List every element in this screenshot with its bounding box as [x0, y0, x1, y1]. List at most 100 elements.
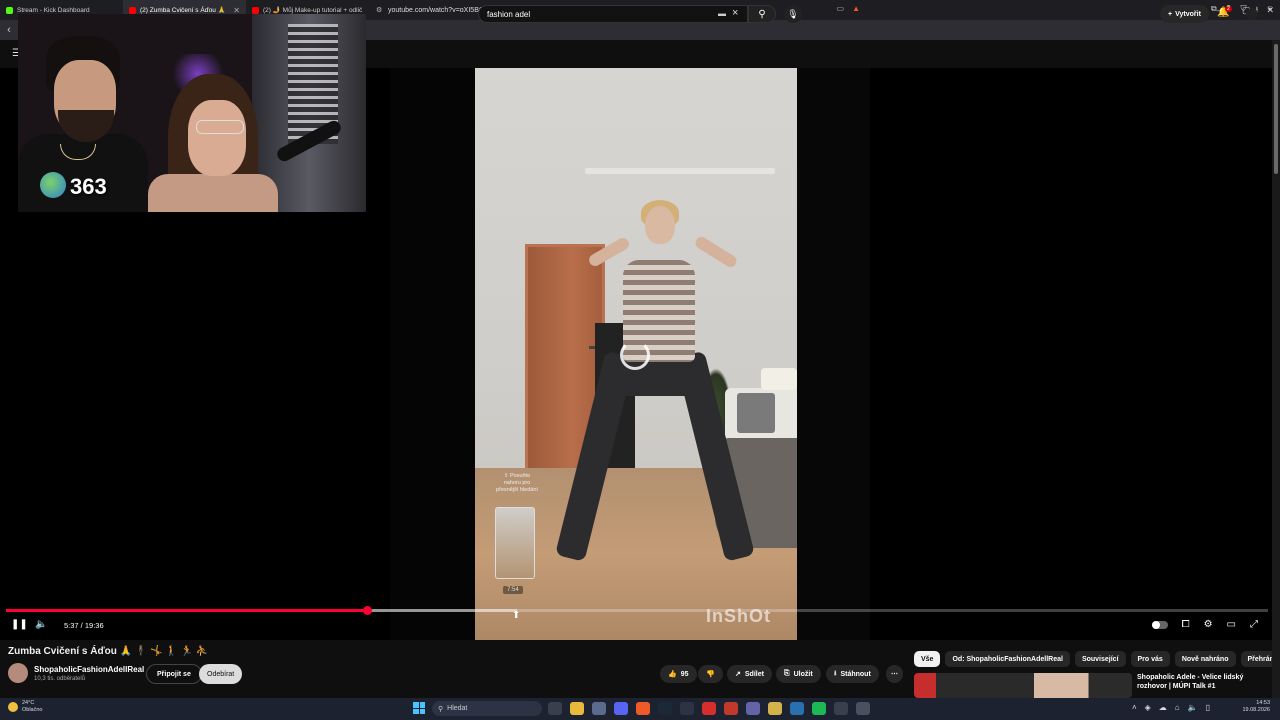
download-arrow-icon: ⭳ — [834, 669, 837, 677]
start-button[interactable] — [413, 702, 425, 714]
scrollbar-thumb[interactable] — [1274, 44, 1278, 174]
cast-icon[interactable]: ▭ — [837, 4, 845, 13]
save-button[interactable]: ⎘ Uložit — [776, 665, 821, 683]
seek-precision-tip: ⇧ Posuňte nahoru pro přesnější hledání — [496, 473, 538, 493]
seek-preview-thumbnail — [495, 507, 535, 579]
menu-icon[interactable]: ≡ — [1267, 4, 1272, 18]
download-button[interactable]: ⭳ Stáhnout — [826, 665, 879, 683]
mouse-cursor-icon: ⬆ — [512, 610, 521, 621]
player-letterbox-left — [390, 68, 475, 640]
store-icon[interactable] — [592, 702, 606, 715]
tray-cloud-icon[interactable]: ☁ — [1159, 703, 1167, 712]
create-button[interactable]: + Vytvořit — [1160, 5, 1209, 23]
thumbs-up-icon: 👍 — [668, 671, 677, 678]
player-right-controls: ⧠ ⚙ ▭ ⤢ — [1151, 619, 1258, 630]
clock-date: 19.08.2026 — [1242, 707, 1270, 713]
pause-button[interactable]: ❚❚ — [11, 619, 28, 630]
recorder-icon[interactable] — [702, 702, 716, 715]
progress-bar[interactable] — [6, 606, 1268, 615]
filter-chip[interactable]: Pro vás — [1130, 651, 1170, 667]
steam2-icon[interactable] — [790, 702, 804, 715]
channel-avatar[interactable] — [8, 663, 28, 683]
sofa-pillow — [737, 393, 775, 433]
thumbs-down-icon: 👎 — [706, 671, 715, 678]
brave-icon[interactable] — [636, 702, 650, 715]
weather-widget[interactable]: 24°C Oblačno — [8, 700, 43, 714]
progress-played — [6, 609, 367, 612]
progress-scrubber[interactable] — [362, 606, 372, 615]
weather-temp: 24°C — [22, 700, 35, 706]
taskbar-search[interactable]: ⚲ Hledat — [432, 701, 542, 716]
discord-icon[interactable] — [614, 702, 628, 715]
speaker-icon[interactable]: 🔈 — [1188, 703, 1198, 712]
filter-chip[interactable]: Související — [1074, 651, 1126, 667]
taskbar-clock[interactable]: 14:53 19.08.2026 — [1242, 700, 1270, 714]
file-explorer-icon[interactable] — [570, 702, 584, 715]
app-red-icon[interactable] — [724, 702, 738, 715]
subtitles-icon[interactable]: ⧠ — [1182, 619, 1190, 630]
theater-mode-icon[interactable]: ▭ — [1227, 619, 1236, 630]
join-button[interactable]: Připojit se — [146, 664, 202, 684]
fullscreen-icon[interactable]: ⤢ — [1250, 619, 1258, 630]
teams-icon[interactable] — [746, 702, 760, 715]
account-avatar[interactable] — [1246, 8, 1258, 20]
plus-icon: + — [1168, 10, 1173, 18]
battery-icon[interactable]: ▯ — [1206, 703, 1210, 712]
autoplay-toggle[interactable] — [1151, 620, 1168, 629]
like-button[interactable]: 👍 95 — [660, 665, 697, 683]
subscribe-button[interactable]: Odebírat — [199, 664, 243, 684]
voice-search-button[interactable]: 🎙 — [784, 5, 802, 23]
seek-preview-time: 7:54 — [503, 586, 523, 594]
channel-name[interactable]: ShopaholicFashionAdellReal — [34, 665, 144, 674]
spotify-icon[interactable] — [812, 702, 826, 715]
url-tools: ▭ ▲ — [837, 4, 860, 13]
microphone-icon: 🎙 — [787, 8, 799, 19]
search-input[interactable]: fashion adel — [478, 5, 748, 23]
extensions-icon[interactable]: ⧉ — [1211, 4, 1217, 18]
steam-icon[interactable] — [658, 702, 672, 715]
save-label: Uložit — [793, 670, 813, 678]
guest-glasses — [196, 120, 244, 134]
dislike-button[interactable]: 👎 — [698, 665, 723, 683]
search-icon: ⚲ — [758, 8, 766, 20]
keyboard-icon[interactable]: ▬ — [718, 9, 726, 18]
gear-app-icon[interactable] — [856, 702, 870, 715]
cursor-app-icon[interactable] — [680, 702, 694, 715]
bookmark-save-icon: ⎘ — [784, 670, 790, 677]
back-icon[interactable]: ‹ — [0, 24, 18, 36]
tray-app-icon[interactable]: ◈ — [1145, 703, 1151, 712]
more-actions-button[interactable]: ⋯ — [886, 665, 903, 683]
filter-chip[interactable]: Vše — [914, 651, 941, 667]
time-display: 5:37 / 19:36 — [64, 621, 104, 630]
loading-spinner-icon — [620, 340, 650, 370]
tab-label: Stream - Kick Dashboard — [17, 6, 90, 14]
filter-chip[interactable]: Od: ShopaholicFashionAdellReal — [945, 651, 1070, 667]
weather-desc: Oblačno — [22, 707, 43, 713]
video-title: Zumba Cvičení s Áďou 🙏 🕴 🤸 🚶 🏃 ⛹ — [8, 646, 209, 657]
more-icon: ⋯ — [891, 671, 898, 678]
search-query: fashion adel — [487, 9, 531, 19]
search-button[interactable]: ⚲ — [748, 5, 776, 23]
recommended-thumbnail[interactable] — [914, 673, 1132, 698]
brave-shield-icon[interactable]: ▲ — [852, 4, 860, 13]
recommended-title[interactable]: Shopaholic Adele - Velice lidský rozhovo… — [1137, 673, 1267, 691]
player-letterbox-right — [797, 68, 870, 640]
tray-chevron-icon[interactable]: ˄ — [1132, 703, 1137, 712]
lamp — [761, 368, 797, 390]
volume-icon[interactable]: 🔈 — [35, 619, 47, 630]
dancer-head — [645, 206, 675, 244]
task-view-icon[interactable] — [548, 702, 562, 715]
site-info-icon[interactable]: ⚙ — [376, 6, 382, 14]
network-icon[interactable]: ⌂ — [1175, 703, 1180, 712]
filter-chip[interactable]: Nově nahráno — [1174, 651, 1236, 667]
settings-gear-icon[interactable]: ⚙ — [1204, 619, 1213, 630]
download-label: Stáhnout — [840, 670, 871, 678]
share-label: Sdílet — [744, 670, 764, 678]
settings-app-icon[interactable] — [834, 702, 848, 715]
globe-emoji-icon — [40, 172, 66, 198]
system-tray: ˄ ◈ ☁ ⌂ 🔈 ▯ — [1132, 703, 1210, 712]
notes-icon[interactable] — [768, 702, 782, 715]
share-button[interactable]: ↗ Sdílet — [727, 665, 772, 683]
clear-search-icon[interactable]: × — [732, 7, 738, 19]
taskbar-search-icon: ⚲ — [438, 705, 444, 713]
